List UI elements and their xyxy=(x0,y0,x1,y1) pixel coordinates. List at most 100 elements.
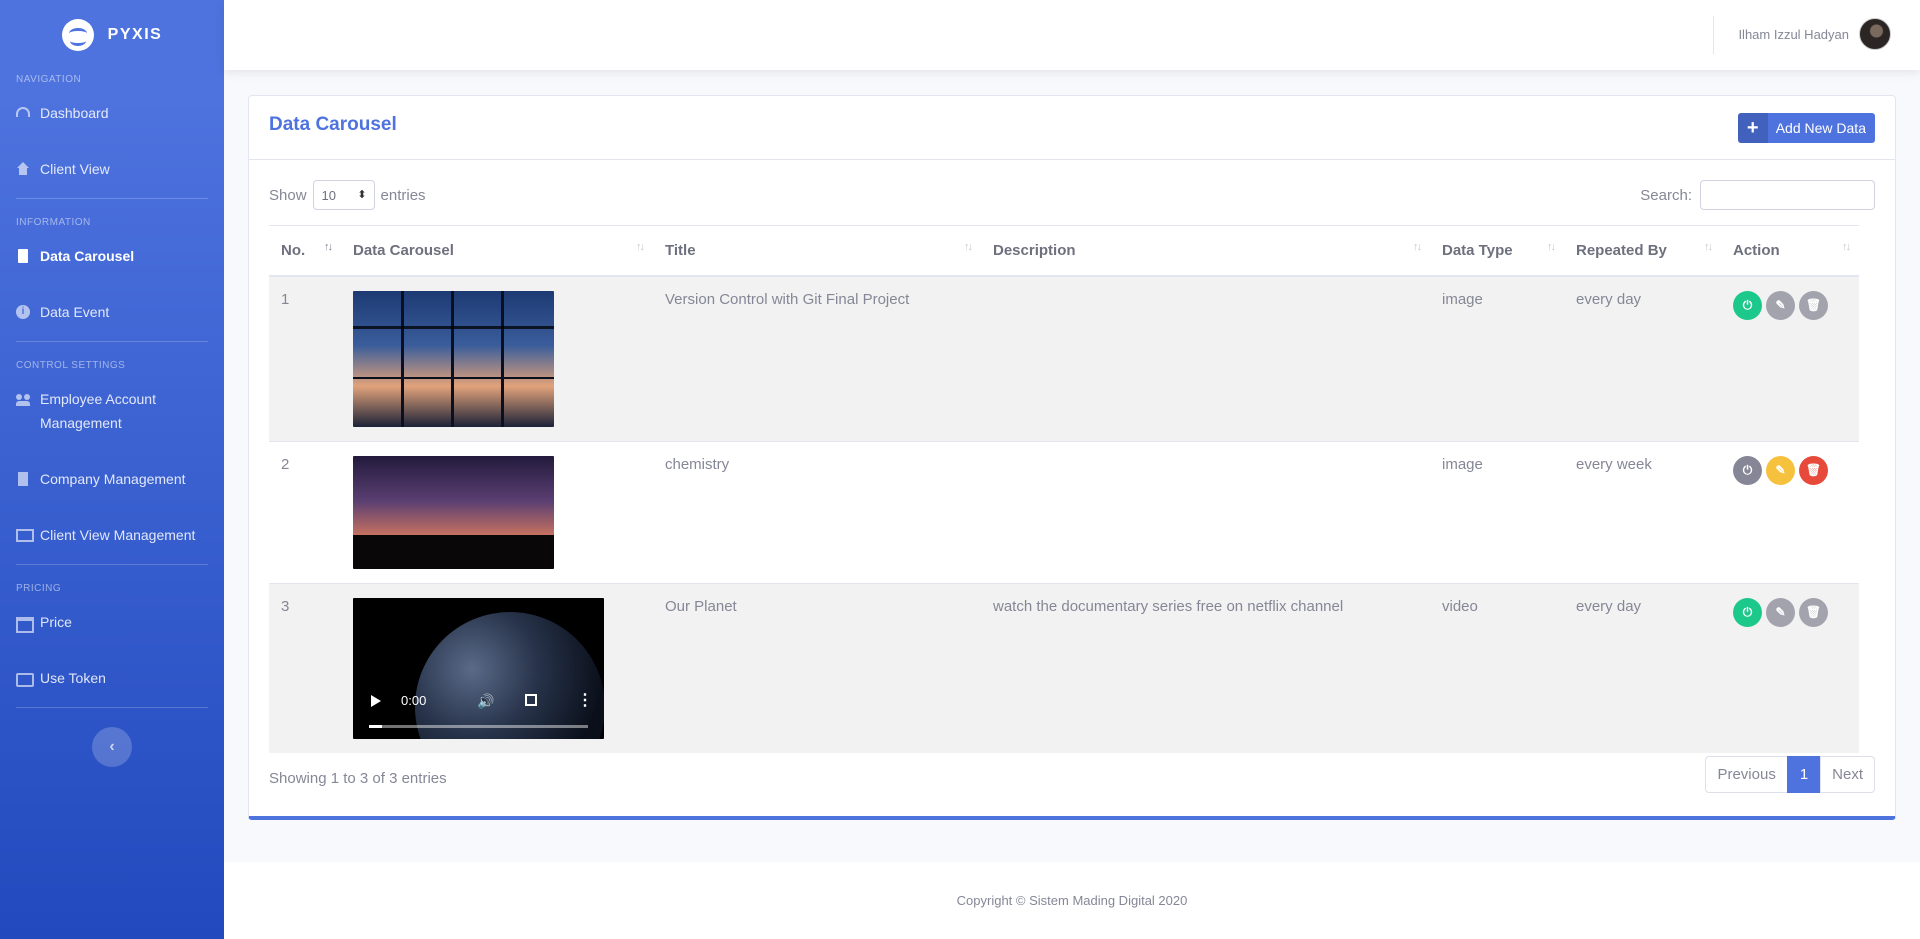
sidebar-item-company-management[interactable]: Company Management xyxy=(0,467,224,491)
brand-name: PYXIS xyxy=(107,26,163,43)
user-menu[interactable]: Ilham Izzul Hadyan xyxy=(1738,18,1891,50)
plus-icon: + xyxy=(1737,113,1768,143)
fullscreen-icon[interactable] xyxy=(525,693,537,706)
column-header-description[interactable]: Description ↑↓ xyxy=(981,225,1430,277)
toggle-status-button[interactable]: ⏻ xyxy=(1733,455,1762,485)
volume-icon[interactable]: 🔊 xyxy=(477,693,494,710)
carousel-image-thumbnail[interactable] xyxy=(353,290,554,427)
home-icon xyxy=(16,162,30,176)
table-search: Search: xyxy=(1640,180,1875,210)
delete-button[interactable]: 🗑 xyxy=(1799,290,1828,320)
sidebar-item-label: Data Event xyxy=(40,304,110,320)
brand[interactable]: PYXIS xyxy=(0,0,224,70)
toggle-status-button[interactable]: ⏻ xyxy=(1733,597,1762,627)
cell-repeated-by: every day xyxy=(1564,275,1721,441)
carousel-video-player[interactable]: 0:00 🔊 ⋮ xyxy=(353,597,604,739)
column-header-data-carousel[interactable]: Data Carousel ↑↓ xyxy=(341,225,653,277)
sidebar-heading-control-settings: Control Settings xyxy=(16,360,126,371)
footer: Copyright © Sistem Mading Digital 2020 xyxy=(224,862,1920,939)
video-controls: 0:00 🔊 ⋮ xyxy=(353,679,604,739)
cell-action: ⏻ ✎ 🗑 xyxy=(1721,582,1859,753)
cell-title: chemistry xyxy=(653,440,981,583)
data-carousel-card: Data Carousel + Add New Data Show 10 ent… xyxy=(248,95,1896,820)
sidebar-divider xyxy=(16,564,208,565)
sort-icon: ↑↓ xyxy=(964,241,973,253)
sidebar-divider xyxy=(16,707,208,708)
sort-icon: ↑↓ xyxy=(636,241,645,253)
toggle-status-button[interactable]: ⏻ xyxy=(1733,290,1762,320)
column-header-title[interactable]: Title ↑↓ xyxy=(653,225,981,277)
topbar-divider xyxy=(1713,16,1714,54)
cell-description xyxy=(981,275,1430,441)
edit-button[interactable]: ✎ xyxy=(1766,290,1795,320)
sort-icon: ↑↓ xyxy=(1842,241,1851,253)
sidebar-item-label: Data Carousel xyxy=(40,248,135,264)
sidebar-item-price[interactable]: Price xyxy=(0,610,224,634)
table-row: 3 0:00 🔊 ⋮ Our Planet watch the document… xyxy=(269,582,1859,753)
pagination: Previous 1 Next xyxy=(1705,756,1875,793)
pagination-next[interactable]: Next xyxy=(1820,756,1875,793)
search-input[interactable] xyxy=(1700,180,1875,210)
sidebar-item-client-view[interactable]: Client View xyxy=(0,157,224,181)
column-header-no[interactable]: No. ↑↓ xyxy=(269,225,341,277)
row-actions: ⏻ ✎ 🗑 xyxy=(1733,597,1847,627)
video-progress-bar[interactable] xyxy=(369,724,588,728)
cell-repeated-by: every day xyxy=(1564,582,1721,753)
sidebar-item-data-carousel[interactable]: Data Carousel xyxy=(0,244,224,268)
cell-data-carousel: 0:00 🔊 ⋮ xyxy=(341,582,653,753)
edit-button[interactable]: ✎ xyxy=(1766,597,1795,627)
file-icon xyxy=(16,249,30,263)
delete-button[interactable]: 🗑 xyxy=(1799,597,1828,627)
users-icon xyxy=(16,392,30,406)
carousel-image-thumbnail[interactable] xyxy=(353,455,554,569)
table-row: 2 chemistry image every week ⏻ ✎ 🗑 xyxy=(269,440,1859,583)
sort-icon: ↑↓ xyxy=(1413,241,1422,253)
row-actions: ⏻ ✎ 🗑 xyxy=(1733,455,1847,485)
table-header-row: No. ↑↓ Data Carousel ↑↓ Title ↑↓ Descriptio… xyxy=(269,225,1859,277)
more-vertical-icon[interactable]: ⋮ xyxy=(577,690,593,710)
play-icon[interactable] xyxy=(371,694,381,707)
column-header-repeated-by[interactable]: Repeated By ↑↓ xyxy=(1564,225,1721,277)
topbar: Ilham Izzul Hadyan xyxy=(224,0,1920,70)
sidebar-divider xyxy=(16,341,208,342)
sort-icon: ↑↓ xyxy=(1547,241,1556,253)
cell-data-carousel xyxy=(341,275,653,441)
sidebar-heading-information: Information xyxy=(16,217,91,228)
delete-button[interactable]: 🗑 xyxy=(1799,455,1828,485)
add-new-data-button[interactable]: + Add New Data xyxy=(1737,113,1875,143)
sidebar-item-employee-account-management[interactable]: Employee Account Management xyxy=(0,387,210,435)
column-header-label: Repeated By xyxy=(1576,241,1667,259)
entries-select[interactable]: 10 xyxy=(312,180,375,210)
pagination-previous[interactable]: Previous xyxy=(1705,756,1788,793)
building-icon xyxy=(16,472,30,486)
table-row: 1 Version Control with Git Final Project… xyxy=(269,275,1859,441)
sidebar-item-data-event[interactable]: Data Event xyxy=(0,300,224,324)
power-icon: ⏻ xyxy=(1742,297,1753,312)
data-carousel-table: No. ↑↓ Data Carousel ↑↓ Title ↑↓ Descriptio… xyxy=(269,225,1859,753)
edit-icon: ✎ xyxy=(1775,298,1786,312)
cell-action: ⏻ ✎ 🗑 xyxy=(1721,275,1859,441)
cell-data-type: image xyxy=(1430,440,1564,583)
cell-no: 3 xyxy=(269,582,341,753)
chevron-left-icon: ‹ xyxy=(109,738,115,755)
column-header-label: No. xyxy=(281,241,306,259)
sort-icon: ↑↓ xyxy=(324,241,333,253)
column-header-action[interactable]: Action ↑↓ xyxy=(1721,225,1859,277)
column-header-data-type[interactable]: Data Type ↑↓ xyxy=(1430,225,1564,277)
cell-description: watch the documentary series free on net… xyxy=(981,582,1430,753)
sidebar-item-use-token[interactable]: Use Token xyxy=(0,666,224,690)
power-icon: ⏻ xyxy=(1742,462,1753,477)
pagination-page[interactable]: 1 xyxy=(1786,756,1822,793)
table-icon xyxy=(16,615,34,633)
column-header-label: Action xyxy=(1733,241,1780,259)
trash-icon: 🗑 xyxy=(1805,463,1822,477)
credit-card-icon xyxy=(16,671,34,687)
column-header-label: Title xyxy=(665,241,696,259)
cell-description xyxy=(981,440,1430,583)
edit-button[interactable]: ✎ xyxy=(1766,455,1795,485)
sidebar-item-client-view-management[interactable]: Client View Management xyxy=(0,523,224,547)
sort-icon: ↑↓ xyxy=(1704,241,1713,253)
sidebar-item-dashboard[interactable]: Dashboard xyxy=(0,101,224,125)
sidebar-toggle-button[interactable]: ‹ xyxy=(92,727,132,767)
cell-data-type: video xyxy=(1430,582,1564,753)
